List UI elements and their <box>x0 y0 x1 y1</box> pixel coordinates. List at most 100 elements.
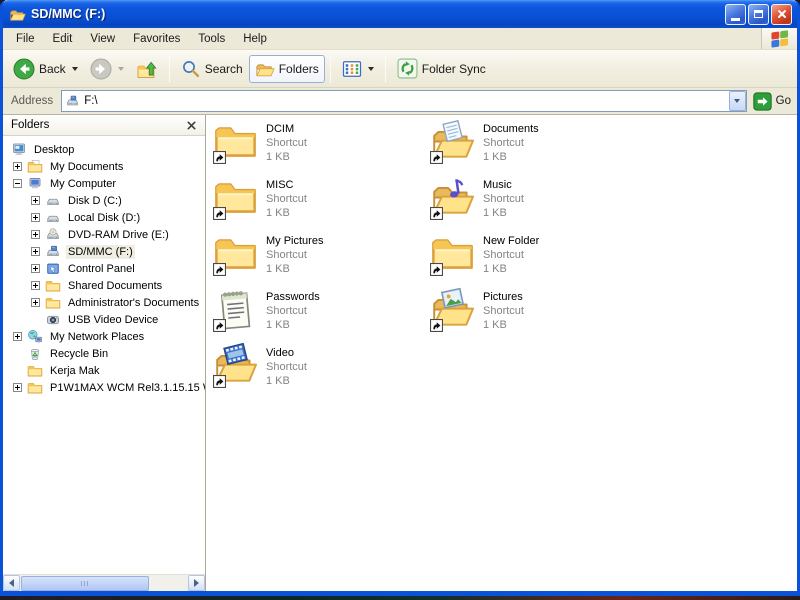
views-button[interactable] <box>336 55 380 83</box>
back-dropdown-icon[interactable] <box>72 67 78 71</box>
network-places-icon <box>27 329 43 345</box>
up-folder-icon <box>136 58 158 80</box>
optical-drive-icon <box>45 227 61 243</box>
scrollbar-thumb[interactable] <box>21 576 149 591</box>
minimize-button[interactable] <box>725 4 746 25</box>
file-type: Shortcut <box>266 192 307 206</box>
expand-icon[interactable] <box>13 383 22 392</box>
tree-item-administrators-documents[interactable]: Administrator's Documents <box>3 294 205 311</box>
tree-item-my-network-places[interactable]: My Network Places <box>3 328 205 345</box>
expand-icon[interactable] <box>13 162 22 171</box>
maximize-button[interactable] <box>748 4 769 25</box>
tree-item-p1w1max[interactable]: P1W1MAX WCM Rel3.1.15.15 W <box>3 379 205 396</box>
collapse-icon[interactable] <box>13 179 22 188</box>
file-tile-video[interactable]: Video Shortcut 1 KB <box>213 343 430 399</box>
tree-item-dvd-ram-e[interactable]: DVD-RAM Drive (E:) <box>3 226 205 243</box>
expand-icon[interactable] <box>31 247 40 256</box>
file-size: 1 KB <box>483 150 539 164</box>
file-tile-documents[interactable]: Documents Shortcut 1 KB <box>430 119 647 175</box>
titlebar[interactable]: SD/MMC (F:) <box>3 0 797 28</box>
expand-icon[interactable] <box>31 230 40 239</box>
file-tile-dcim[interactable]: DCIM Shortcut 1 KB <box>213 119 430 175</box>
tree-item-local-disk-d[interactable]: Local Disk (D:) <box>3 209 205 226</box>
search-icon <box>181 59 201 79</box>
file-size: 1 KB <box>483 262 539 276</box>
shortcut-arrow-icon <box>213 151 226 164</box>
tree-item-desktop[interactable]: Desktop <box>3 141 205 158</box>
expand-icon[interactable] <box>13 332 22 341</box>
close-button[interactable] <box>771 4 792 25</box>
folder-icon <box>45 295 61 311</box>
address-label: Address <box>11 95 53 107</box>
menu-view[interactable]: View <box>81 30 124 48</box>
folders-button[interactable]: Folders <box>249 55 325 83</box>
menu-tools[interactable]: Tools <box>189 30 234 48</box>
up-button[interactable] <box>130 54 164 84</box>
close-icon <box>776 8 788 20</box>
go-arrow-icon <box>753 92 772 111</box>
search-button[interactable]: Search <box>175 55 249 83</box>
hard-drive-icon <box>45 210 61 226</box>
file-size: 1 KB <box>266 318 320 332</box>
scroll-right-button[interactable] <box>188 575 205 591</box>
explorer-window: SD/MMC (F:) File Edit View Favorites Too… <box>0 0 800 596</box>
back-label: Back <box>39 62 66 76</box>
hard-drive-icon <box>45 193 61 209</box>
file-tile-new-folder[interactable]: New Folder Shortcut 1 KB <box>430 231 647 287</box>
folder-sync-button[interactable]: Folder Sync <box>391 54 492 83</box>
expand-icon[interactable] <box>31 264 40 273</box>
go-button[interactable]: Go <box>753 92 791 111</box>
expand-icon[interactable] <box>31 281 40 290</box>
shortcut-arrow-icon <box>430 319 443 332</box>
tree-item-kerja-mak[interactable]: Kerja Mak <box>3 362 205 379</box>
file-tile-music[interactable]: Music Shortcut 1 KB <box>430 175 647 231</box>
usb-video-device-icon <box>45 312 61 328</box>
file-type: Shortcut <box>483 248 539 262</box>
menu-help[interactable]: Help <box>234 30 276 48</box>
file-size: 1 KB <box>483 206 524 220</box>
file-tile-my-pictures[interactable]: My Pictures Shortcut 1 KB <box>213 231 430 287</box>
menu-file[interactable]: File <box>7 30 44 48</box>
expand-icon[interactable] <box>31 196 40 205</box>
tree-item-usb-video-device[interactable]: USB Video Device <box>3 311 205 328</box>
forward-button[interactable] <box>84 54 130 84</box>
sidebar-header: Folders <box>3 115 205 136</box>
file-size: 1 KB <box>266 374 307 388</box>
tree-item-disk-c[interactable]: Disk D (C:) <box>3 192 205 209</box>
file-tile-pictures[interactable]: Pictures Shortcut 1 KB <box>430 287 647 343</box>
folder-sync-label: Folder Sync <box>422 62 486 76</box>
expand-icon[interactable] <box>31 298 40 307</box>
tree-item-sdmmc-f[interactable]: SD/MMC (F:) <box>3 243 205 260</box>
window-folder-icon <box>9 6 26 23</box>
expand-icon[interactable] <box>31 213 40 222</box>
menu-favorites[interactable]: Favorites <box>124 30 189 48</box>
sidebar-title: Folders <box>11 119 184 131</box>
shortcut-arrow-icon <box>430 263 443 276</box>
tree-item-recycle-bin[interactable]: Recycle Bin <box>3 345 205 362</box>
sidebar-close-button[interactable] <box>184 118 199 133</box>
file-tile-passwords[interactable]: Passwords Shortcut 1 KB <box>213 287 430 343</box>
back-icon <box>13 58 35 80</box>
menu-edit[interactable]: Edit <box>44 30 82 48</box>
address-bar: Address F:\ Go <box>3 88 797 115</box>
views-dropdown-icon[interactable] <box>368 67 374 71</box>
windows-logo-icon <box>769 28 791 50</box>
file-name: New Folder <box>483 234 539 248</box>
back-button[interactable]: Back <box>7 54 84 84</box>
tree-item-control-panel[interactable]: Control Panel <box>3 260 205 277</box>
tree-item-shared-documents[interactable]: Shared Documents <box>3 277 205 294</box>
sidebar-horizontal-scrollbar[interactable] <box>3 574 205 591</box>
file-name: Documents <box>483 122 539 136</box>
shortcut-arrow-icon <box>430 151 443 164</box>
tree-item-my-documents[interactable]: My Documents <box>3 158 205 175</box>
folders-icon <box>255 59 275 79</box>
address-input[interactable]: F:\ <box>61 90 746 112</box>
screen: SD/MMC (F:) File Edit View Favorites Too… <box>0 0 800 600</box>
address-dropdown-button[interactable] <box>729 91 746 111</box>
scroll-left-button[interactable] <box>3 575 20 591</box>
file-name: Passwords <box>266 290 320 304</box>
address-value[interactable]: F:\ <box>84 95 728 107</box>
folder-icon <box>27 363 43 379</box>
tree-item-my-computer[interactable]: My Computer <box>3 175 205 192</box>
file-tile-misc[interactable]: MISC Shortcut 1 KB <box>213 175 430 231</box>
